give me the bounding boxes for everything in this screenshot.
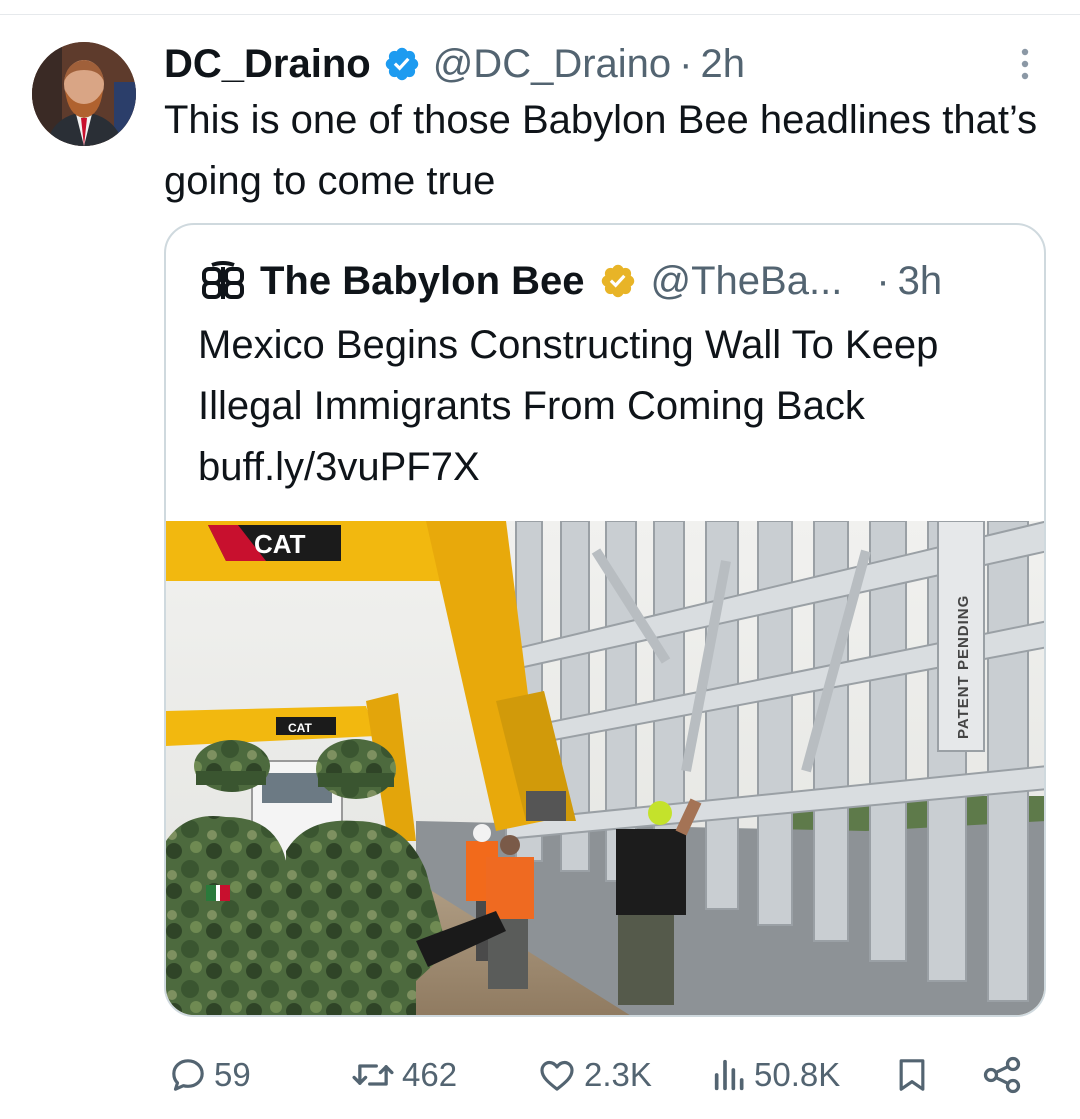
share-icon <box>983 1056 1021 1094</box>
gold-verified-badge-icon <box>601 264 634 298</box>
more-vertical-icon[interactable] <box>1012 44 1038 84</box>
views-icon <box>714 1059 744 1091</box>
tweet-time[interactable]: 2h <box>701 38 746 90</box>
patent-pending-sign: PATENT PENDING <box>955 595 972 739</box>
like-button[interactable]: 2.3K <box>536 1050 652 1100</box>
reply-count: 59 <box>214 1056 251 1093</box>
retweet-icon <box>352 1064 394 1086</box>
quoted-tweet-photo[interactable]: PATENT PENDING CAT CAT <box>166 521 1046 1017</box>
cat-brand-label: CAT <box>254 529 306 559</box>
author-name[interactable]: DC_Draino <box>164 38 371 90</box>
tweet-header: DC_Draino @DC_Draino · 2h <box>164 34 745 94</box>
tweet-text: This is one of those Babylon Bee headlin… <box>164 98 1038 203</box>
quoted-tweet-text: Mexico Begins Constructing Wall To Keep … <box>198 323 939 489</box>
views-button[interactable]: 50.8K <box>712 1050 840 1100</box>
reply-button[interactable]: 59 <box>168 1050 251 1100</box>
retweet-button[interactable]: 462 <box>350 1050 457 1100</box>
avatar[interactable] <box>32 42 136 146</box>
bookmark-button[interactable] <box>892 1050 932 1100</box>
action-bar: 59 462 2.3K 50.8K <box>0 1050 1080 1100</box>
quoted-tweet-card[interactable]: The Babylon Bee @TheBa... · 3h Mexico Be… <box>164 223 1046 1017</box>
bookmark-icon <box>899 1059 925 1091</box>
top-divider <box>0 14 1080 15</box>
quoted-tweet-time[interactable]: 3h <box>898 259 943 304</box>
views-count: 50.8K <box>754 1056 841 1093</box>
babylon-bee-logo-icon <box>202 261 244 299</box>
cat-brand-label-2: CAT <box>288 721 312 735</box>
quoted-author-handle[interactable]: @TheBa... <box>651 259 843 304</box>
reply-icon <box>172 1059 204 1091</box>
heart-icon <box>540 1060 574 1091</box>
like-count: 2.3K <box>584 1056 652 1093</box>
separator-dot: · <box>679 42 693 86</box>
retweet-count: 462 <box>402 1056 458 1093</box>
verified-badge-icon <box>385 47 418 81</box>
quoted-separator-dot: · <box>876 258 890 303</box>
author-handle[interactable]: @DC_Draino <box>433 38 671 90</box>
quoted-author-name[interactable]: The Babylon Bee <box>260 259 585 304</box>
share-button[interactable] <box>980 1050 1024 1100</box>
quoted-tweet-header: The Babylon Bee @TheBa... · 3h <box>198 253 942 309</box>
